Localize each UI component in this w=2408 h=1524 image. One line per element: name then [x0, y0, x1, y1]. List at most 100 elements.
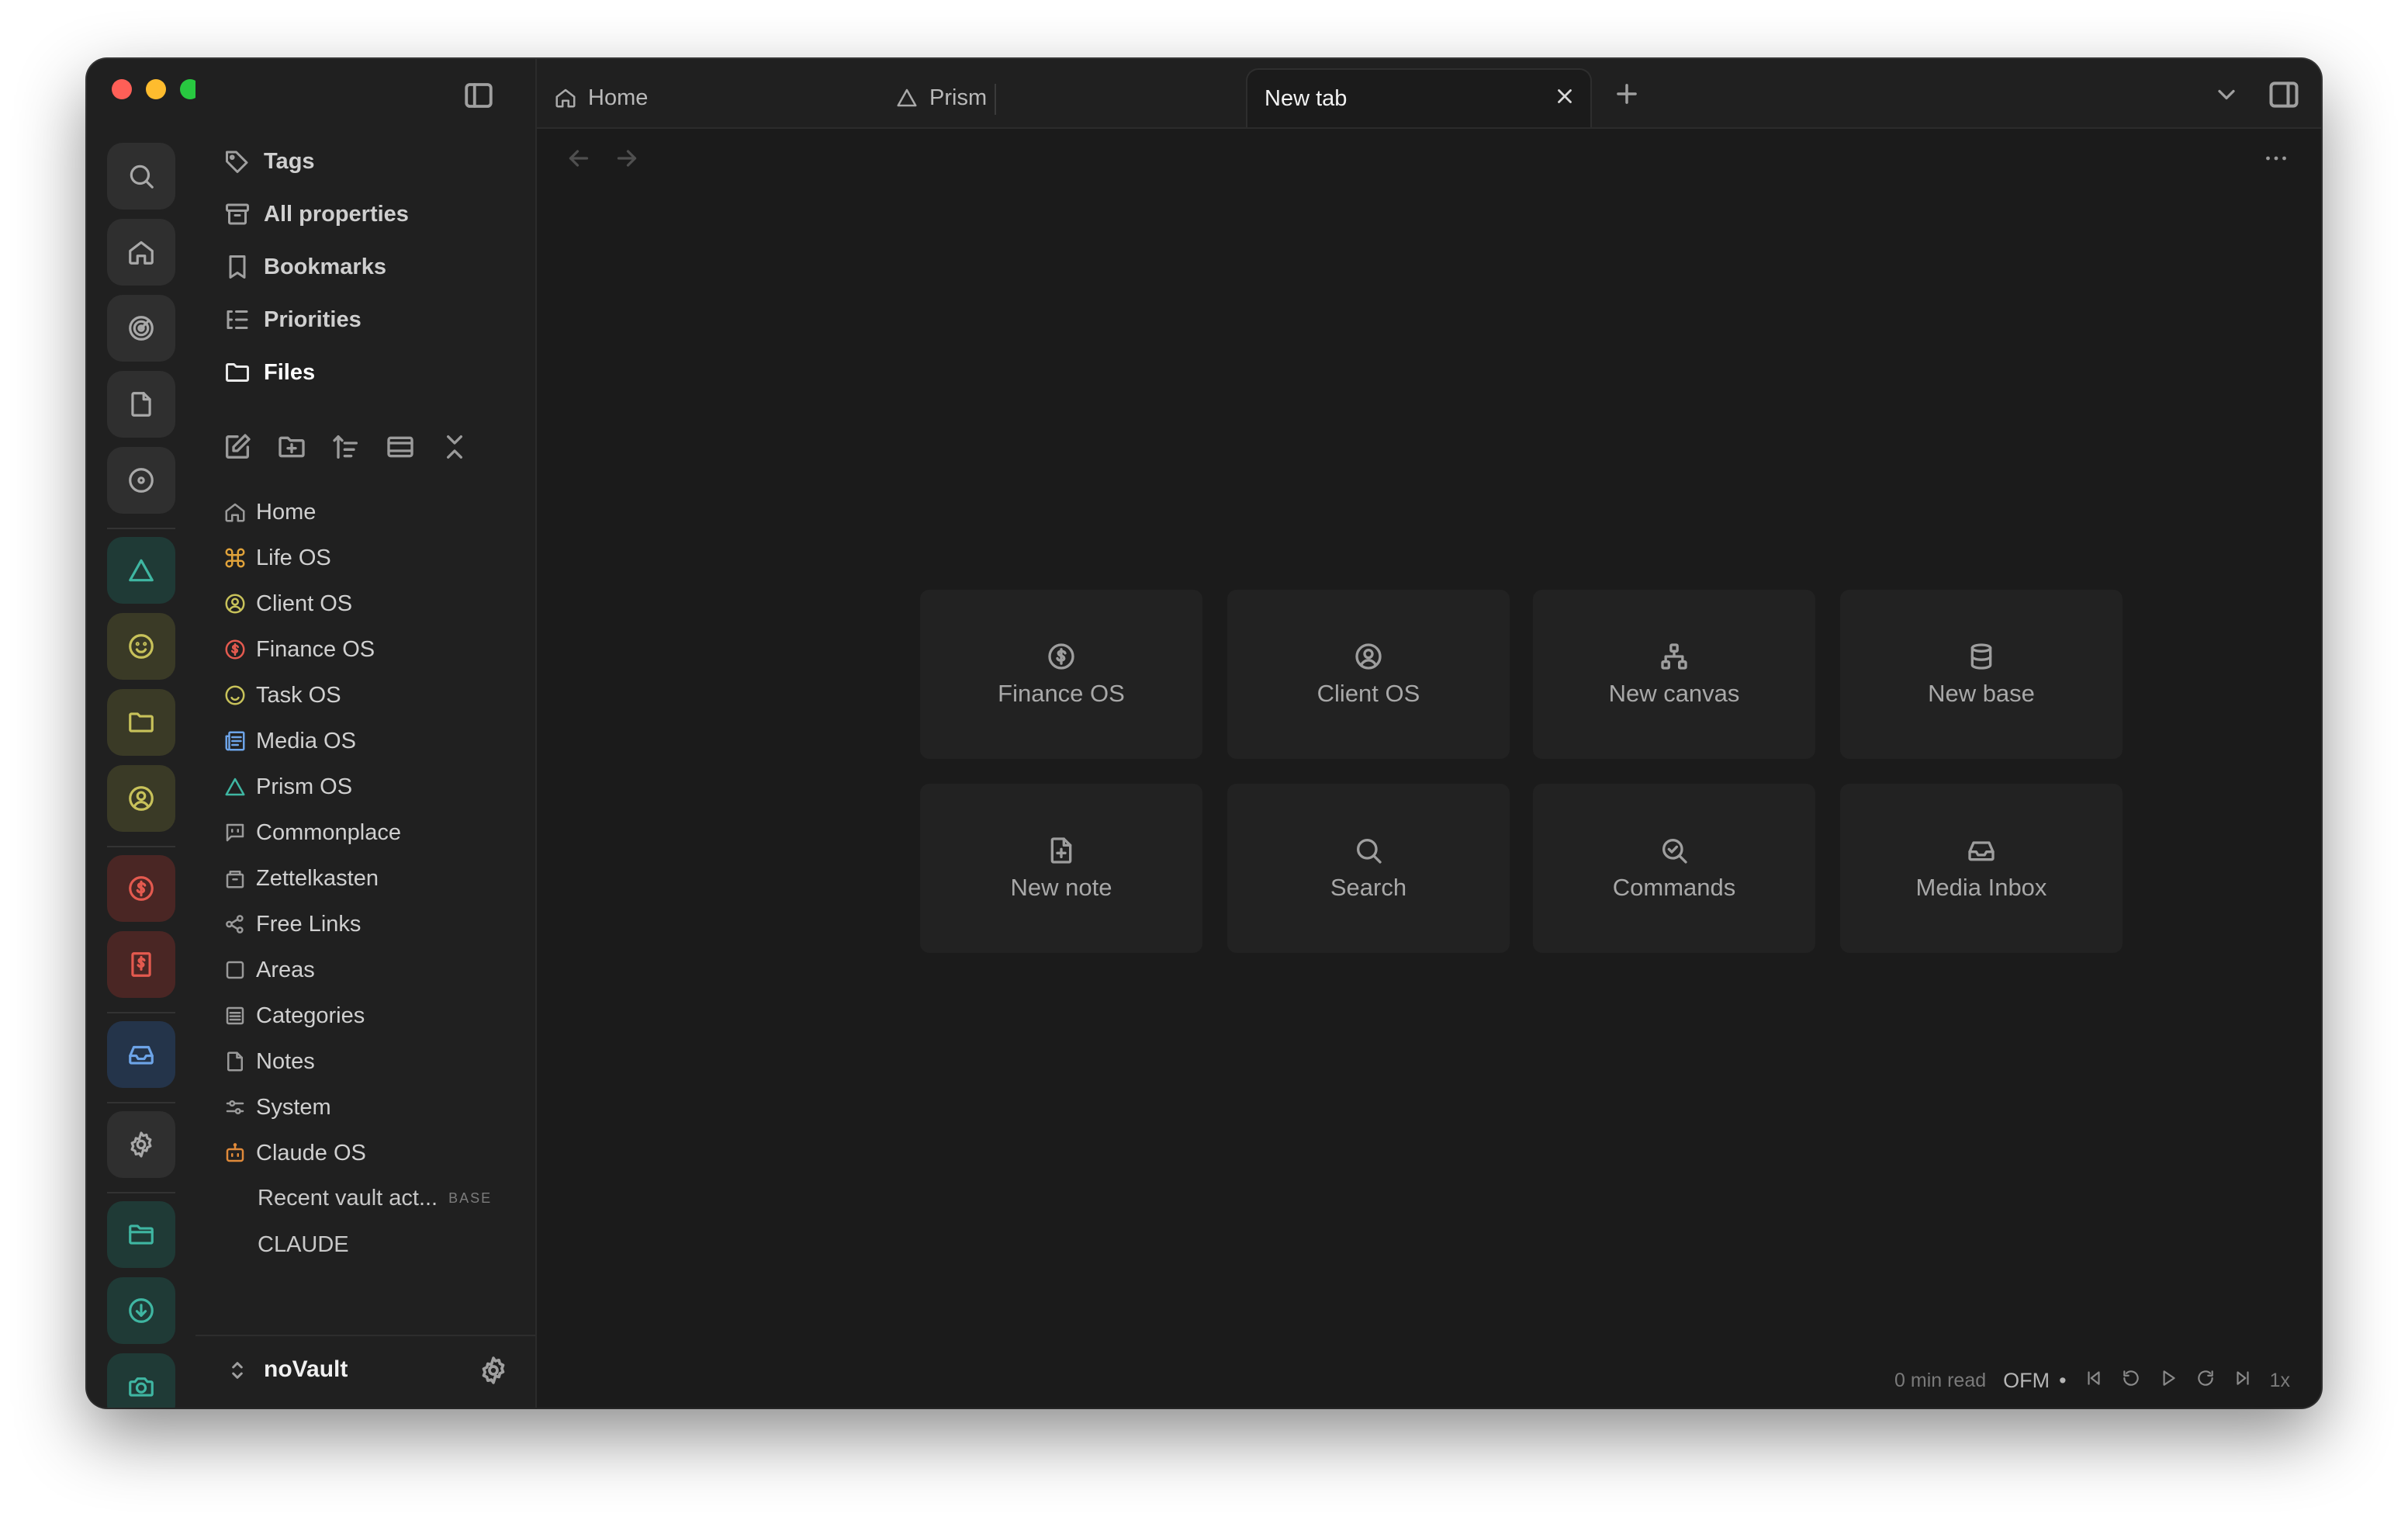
tree-item-label: Areas: [256, 957, 315, 982]
vault-switcher-button[interactable]: [225, 1358, 250, 1387]
user-circle-icon: [129, 786, 154, 811]
tree-item-label: Life OS: [256, 545, 331, 570]
tree-item-client-os[interactable]: Client OS: [223, 588, 352, 619]
card-search[interactable]: Search: [1227, 784, 1510, 953]
search-icon: [1357, 839, 1382, 864]
playback-speed[interactable]: 1x: [2270, 1370, 2290, 1392]
close-window-button[interactable]: [112, 79, 132, 99]
tree-item-commonplace[interactable]: Commonplace: [223, 817, 401, 848]
new-tab-button[interactable]: [1612, 79, 1642, 113]
tree-item-label: Finance OS: [256, 636, 375, 662]
tab-label: Prism: [929, 85, 988, 110]
tree-item-label: Categories: [256, 1003, 365, 1028]
ribbon-settings-button[interactable]: [107, 1111, 175, 1178]
card-commands[interactable]: Commands: [1533, 784, 1815, 953]
bot-icon: [226, 1143, 244, 1162]
ribbon-invoice-button[interactable]: [107, 931, 175, 998]
forward-button[interactable]: [613, 144, 641, 176]
card-new-canvas[interactable]: New canvas: [1533, 590, 1815, 759]
vault-settings-button[interactable]: [478, 1355, 509, 1390]
ribbon-separator: [107, 1192, 175, 1193]
close-tab-button[interactable]: [1553, 85, 1576, 114]
nav-bookmarks[interactable]: Bookmarks: [223, 253, 386, 281]
skip-back-icon: [2088, 1371, 2100, 1385]
smile-icon: [225, 685, 245, 705]
tree-item-notes[interactable]: Notes: [223, 1046, 315, 1077]
tree-item-categories[interactable]: Categories: [223, 1000, 365, 1031]
collapse-view-button[interactable]: [385, 431, 416, 462]
chevrons-up-down-icon: [232, 1362, 243, 1379]
nav-files[interactable]: Files: [223, 358, 315, 386]
tab-new-tab[interactable]: New tab: [1246, 68, 1592, 127]
card-media-inbox[interactable]: Media Inbox: [1840, 784, 2123, 953]
nav-all-properties[interactable]: All properties: [223, 200, 409, 228]
toggle-right-sidebar-button[interactable]: [2267, 78, 2301, 116]
tree-item-system[interactable]: System: [223, 1092, 331, 1123]
play-button[interactable]: [2158, 1368, 2178, 1394]
nav-priorities[interactable]: Priorities: [223, 306, 362, 334]
newspaper-icon: [225, 731, 245, 751]
tree-item-areas[interactable]: Areas: [223, 954, 315, 985]
tree-item-claude-os[interactable]: Claude OS: [223, 1138, 366, 1169]
ribbon-open-folder-button[interactable]: [107, 1201, 175, 1268]
back-button[interactable]: [565, 144, 593, 176]
card-new-base[interactable]: New base: [1840, 590, 2123, 759]
ribbon-radar-button[interactable]: [107, 295, 175, 362]
card-label: Finance OS: [998, 680, 1125, 707]
sort-button[interactable]: [330, 431, 362, 462]
card-new-note[interactable]: New note: [920, 784, 1202, 953]
ribbon-download-button[interactable]: [107, 1277, 175, 1344]
card-client-os[interactable]: Client OS: [1227, 590, 1510, 759]
ribbon-file-button[interactable]: [107, 371, 175, 438]
tree-item-free-links[interactable]: Free Links: [223, 909, 361, 940]
tree-item-home[interactable]: Home: [223, 497, 316, 528]
tab-home[interactable]: Home: [537, 68, 878, 127]
tree-item-task-os[interactable]: Task OS: [223, 680, 341, 711]
home-icon: [225, 503, 245, 522]
more-options-button[interactable]: [2262, 144, 2290, 176]
ribbon-finance-button[interactable]: [107, 855, 175, 922]
tree-item-finance-os[interactable]: Finance OS: [223, 634, 375, 665]
nav-priorities-label: Priorities: [264, 307, 362, 332]
tree-item-claude[interactable]: CLAUDE: [258, 1232, 349, 1258]
ribbon-search-button[interactable]: [107, 143, 175, 210]
tab-label: Home: [588, 85, 649, 110]
vault-name[interactable]: noVault: [264, 1356, 348, 1383]
forward-button[interactable]: [2195, 1368, 2216, 1394]
sidebar-right-icon: [2269, 81, 2299, 108]
format-indicator[interactable]: OFM •: [2003, 1369, 2066, 1393]
tree-item-zettelkasten[interactable]: Zettelkasten: [223, 863, 379, 894]
rewind-button[interactable]: [2121, 1368, 2141, 1394]
new-folder-button[interactable]: [276, 431, 307, 462]
ribbon-home-button[interactable]: [107, 219, 175, 286]
dollar-circle-icon: [1048, 643, 1074, 670]
ribbon-folder-button[interactable]: [107, 689, 175, 756]
ribbon-task-button[interactable]: [107, 613, 175, 680]
gear-icon: [482, 1356, 505, 1384]
main-area: Home Prism New tab Finance OS Client OS …: [537, 59, 2321, 1408]
tab-prism[interactable]: Prism: [878, 68, 1220, 127]
ribbon-disc-button[interactable]: [107, 447, 175, 514]
ribbon-inbox-button[interactable]: [107, 1021, 175, 1088]
skip-back-button[interactable]: [2084, 1368, 2104, 1394]
collapse-all-button[interactable]: [439, 431, 470, 462]
card-label: Commands: [1612, 874, 1736, 901]
ribbon-prism-button[interactable]: [107, 537, 175, 604]
toggle-sidebar-button[interactable]: [462, 79, 495, 116]
new-note-button[interactable]: [222, 431, 253, 462]
ribbon-camera-button[interactable]: [107, 1353, 175, 1408]
tree-item-recent-vault-activity[interactable]: Recent vault act... BASE: [258, 1186, 492, 1211]
nav-files-label: Files: [264, 359, 316, 385]
nav-tags[interactable]: Tags: [223, 147, 315, 175]
tree-item-prism-os[interactable]: Prism OS: [223, 771, 352, 802]
tree-item-life-os[interactable]: Life OS: [223, 542, 331, 573]
status-bar: 0 min read OFM • 1x: [1894, 1368, 2290, 1394]
minimize-window-button[interactable]: [146, 79, 166, 99]
nav-all-properties-label: All properties: [264, 201, 409, 227]
tab-list-button[interactable]: [2213, 81, 2240, 113]
read-time: 0 min read: [1894, 1370, 1987, 1391]
ribbon-client-button[interactable]: [107, 765, 175, 832]
skip-forward-button[interactable]: [2233, 1368, 2253, 1394]
tree-item-media-os[interactable]: Media OS: [223, 726, 356, 757]
card-finance-os[interactable]: Finance OS: [920, 590, 1202, 759]
